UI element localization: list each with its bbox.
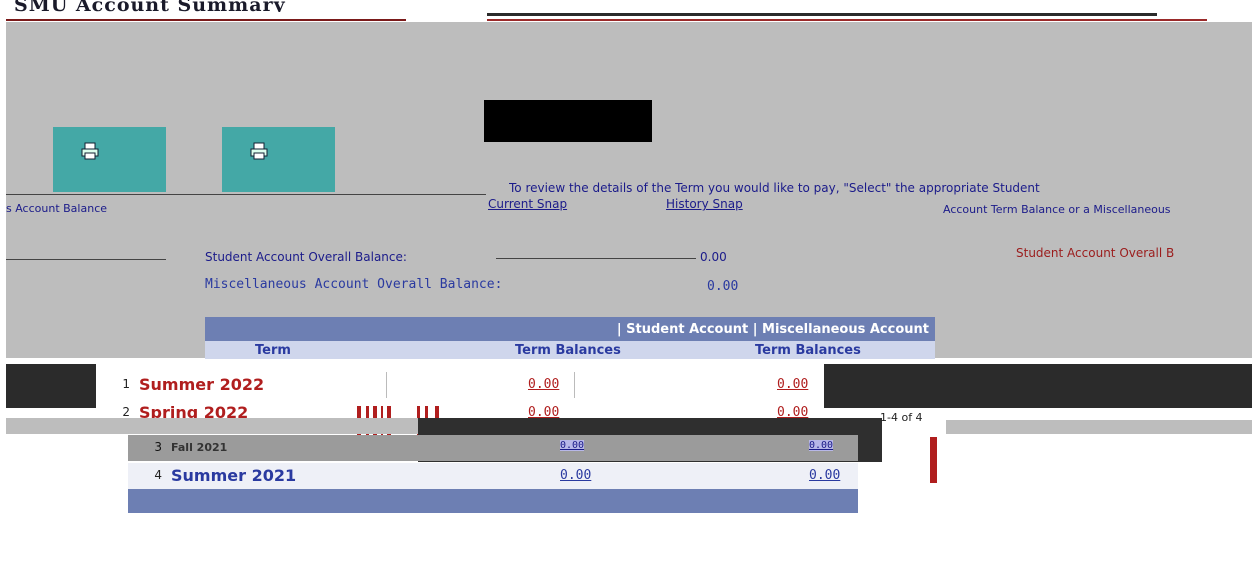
divider (6, 259, 166, 260)
term-name: Summer 2022 (139, 375, 265, 394)
redacted-box (484, 100, 652, 142)
misc-overall-balance-label: Miscellaneous Account Overall Balance: (205, 277, 503, 292)
grid-page-counter: 1-4 of 4 (880, 411, 923, 424)
account-balance-label: s Account Balance (6, 202, 108, 215)
student-overall-balance-label: Student Account Overall Balance: (205, 250, 407, 264)
misc-term-balance-link[interactable]: 0.00 (809, 468, 840, 483)
instruction-text: To review the details of the Term you wo… (509, 181, 1040, 195)
misc-term-balance-link[interactable]: 0.00 (777, 405, 808, 418)
column-separator (574, 372, 575, 398)
title-underline (6, 19, 406, 21)
tab-history-snap[interactable]: History Snap (666, 197, 743, 211)
overlay-band (824, 364, 1252, 408)
misc-term-balance-link[interactable]: 0.00 (809, 440, 834, 451)
print-button[interactable] (222, 127, 335, 192)
student-term-balance-link[interactable]: 0.00 (560, 468, 591, 483)
overlay-band (946, 420, 1252, 434)
grid-header-label: | Student Account | Miscellaneous Accoun… (616, 321, 929, 337)
title-divider (487, 13, 1157, 16)
row-number: 3 (154, 440, 162, 454)
table-row: 2 Spring 2022 0.00 0.00 (96, 400, 824, 418)
table-row: 1 Summer 2022 0.00 0.00 (96, 372, 824, 398)
divider (496, 258, 696, 259)
overlay-band (6, 418, 418, 434)
table-row: 4 Summer 2021 0.00 0.00 (128, 463, 858, 489)
column-header-term[interactable]: Term (255, 343, 291, 358)
column-header-student-term-balances[interactable]: Term Balances (515, 343, 621, 358)
student-term-balance-link[interactable]: 0.00 (528, 405, 559, 418)
misc-term-balance-link[interactable]: 0.00 (777, 377, 808, 392)
title-divider-red (487, 19, 1207, 21)
grid-column-headers: Term Term Balances Term Balances (205, 341, 935, 359)
student-overall-balance-link[interactable]: Student Account Overall B (1016, 246, 1252, 260)
render-artifact (930, 437, 937, 483)
printer-icon (80, 141, 100, 164)
row-number: 2 (122, 405, 130, 418)
instruction-text-continued: Account Term Balance or a Miscellaneous (943, 203, 1171, 216)
overlay-band (6, 364, 96, 408)
grid-footer (128, 489, 858, 513)
printer-icon (249, 141, 269, 164)
student-overall-balance-value: 0.00 (700, 250, 727, 264)
grid-header: | Student Account | Miscellaneous Accoun… (205, 317, 935, 341)
term-name: Spring 2022 (139, 403, 249, 418)
page-title: SMU Account Summary (14, 0, 286, 12)
table-row: 3 Fall 2021 0.00 0.00 (128, 435, 858, 461)
term-name: Summer 2021 (171, 466, 297, 485)
tab-current-snap[interactable]: Current Snap (488, 197, 567, 211)
misc-overall-balance-value: 0.00 (707, 279, 739, 294)
term-name: Fall 2021 (171, 441, 228, 454)
column-separator (386, 372, 387, 398)
row-number: 4 (154, 468, 162, 482)
row-number: 1 (122, 377, 130, 391)
student-term-balance-link[interactable]: 0.00 (528, 377, 559, 392)
column-header-misc-term-balances[interactable]: Term Balances (755, 343, 861, 358)
student-term-balance-link[interactable]: 0.00 (560, 440, 585, 451)
divider (6, 194, 486, 195)
print-button[interactable] (53, 127, 166, 192)
